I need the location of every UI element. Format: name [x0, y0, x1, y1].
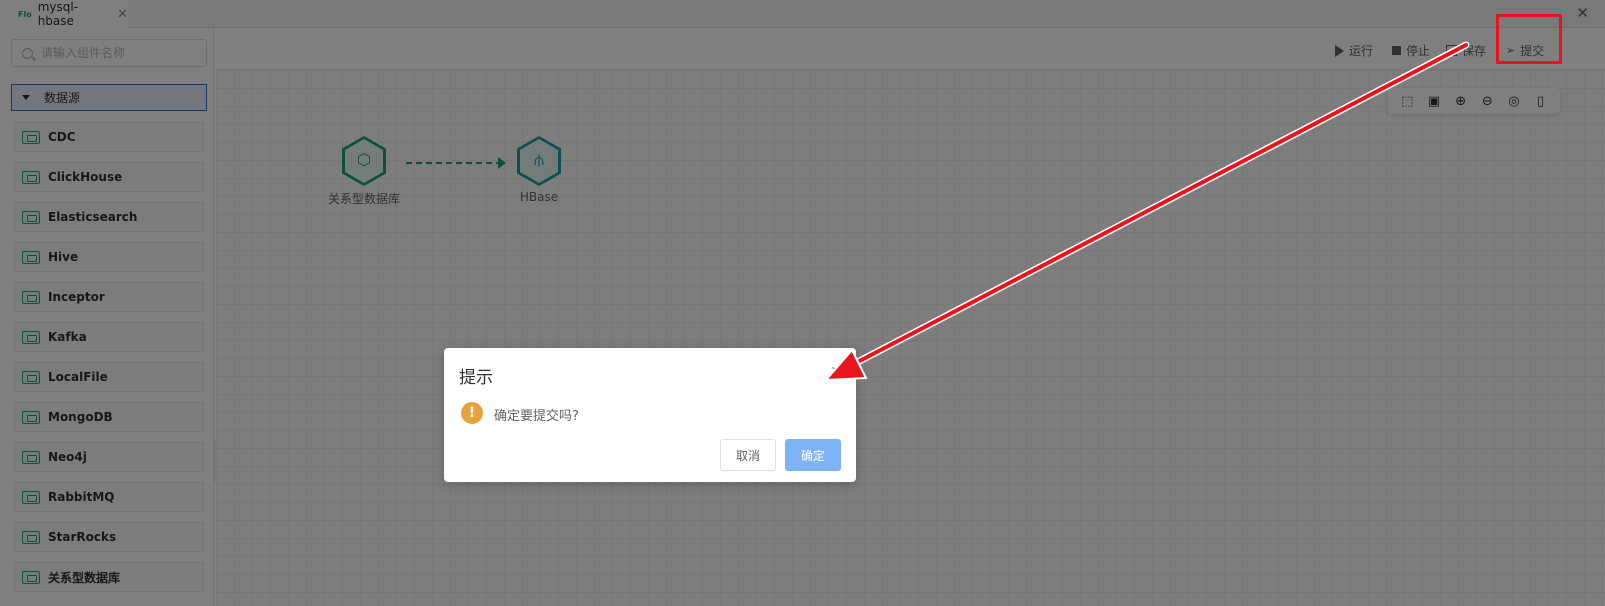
- confirm-button[interactable]: 确定: [785, 439, 841, 471]
- dialog-message: 确定要提交吗?: [494, 409, 579, 424]
- modal-mask[interactable]: [0, 0, 1605, 606]
- annotation-highlight-box: [1496, 14, 1562, 64]
- warning-icon: !: [461, 402, 483, 424]
- dialog-close-icon[interactable]: ✕: [830, 364, 842, 380]
- cancel-button[interactable]: 取消: [720, 439, 776, 471]
- confirm-dialog: 提示 ✕ ! 确定要提交吗? 取消 确定: [444, 348, 856, 482]
- dialog-title: 提示: [459, 368, 493, 388]
